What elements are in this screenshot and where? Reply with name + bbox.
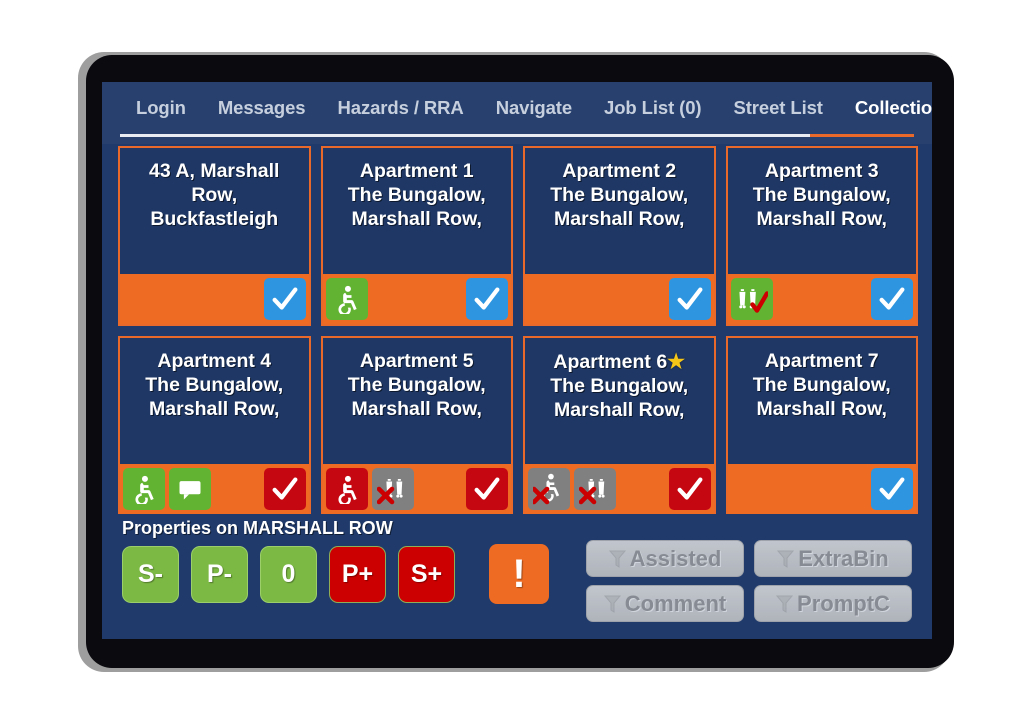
collection-check-icon[interactable] bbox=[668, 468, 711, 510]
collection-check-icon[interactable] bbox=[263, 468, 306, 510]
app-screen: Login Messages Hazards / RRA Navigate Job Li… bbox=[102, 82, 932, 639]
property-card[interactable]: 43 A, Marshall Row, Buckfastleigh bbox=[118, 146, 311, 326]
property-card-grid: 43 A, Marshall Row, Buckfastleigh Apartme… bbox=[118, 146, 918, 516]
funnel-icon bbox=[603, 595, 621, 613]
property-card-footer bbox=[727, 274, 916, 324]
no-extra-bin-icon[interactable] bbox=[574, 468, 616, 510]
nav-tab-list: Login Messages Hazards / RRA Navigate Job Li… bbox=[102, 82, 932, 134]
filter-button-label: Comment bbox=[624, 590, 727, 616]
property-card[interactable]: Apartment 5 The Bungalow, Marshall Row, bbox=[320, 336, 513, 516]
filter-button-label: Assisted bbox=[629, 545, 722, 571]
property-address-line: Apartment 6 bbox=[553, 351, 668, 373]
adjust-button-Pplus[interactable]: P+ bbox=[329, 545, 386, 603]
filter-button-grid: Assisted ExtraBin Comment PromptC bbox=[586, 540, 912, 622]
property-address: Apartment 1 The Bungalow, Marshall Row, bbox=[347, 160, 486, 230]
adjust-button-Pminus[interactable]: P- bbox=[191, 545, 248, 603]
nav-tab-street-list[interactable]: Street List bbox=[718, 97, 839, 119]
property-card[interactable]: Apartment 2 The Bungalow, Marshall Row, bbox=[523, 146, 716, 326]
count-adjust-button-row: S- P- 0 P+ S+! bbox=[122, 544, 549, 604]
property-card[interactable]: Apartment 4 The Bungalow, Marshall Row, bbox=[118, 336, 311, 516]
filter-button-extrabin[interactable]: ExtraBin bbox=[754, 540, 912, 577]
property-address: Apartment 4 The Bungalow, Marshall Row, bbox=[145, 350, 284, 420]
property-card[interactable]: Apartment 3 The Bungalow, Marshall Row, bbox=[725, 146, 918, 326]
collection-check-icon[interactable] bbox=[466, 468, 508, 510]
filter-button-label: PromptC bbox=[797, 590, 890, 616]
nav-underline bbox=[120, 134, 914, 137]
adjust-button-Sminus[interactable]: S- bbox=[122, 545, 179, 603]
top-navigation-bar: Login Messages Hazards / RRA Navigate Job Li… bbox=[102, 82, 932, 144]
filter-button-promptc[interactable]: PromptC bbox=[754, 585, 912, 622]
property-card[interactable]: Apartment 7 The Bungalow, Marshall Row, bbox=[725, 336, 918, 516]
nav-active-underline bbox=[810, 134, 914, 137]
extra-bin-icon[interactable] bbox=[730, 278, 773, 320]
filter-button-assisted[interactable]: Assisted bbox=[586, 540, 744, 577]
property-card-footer bbox=[120, 464, 309, 514]
property-address: Apartment 2 The Bungalow, Marshall Row, bbox=[550, 160, 689, 230]
funnel-icon bbox=[776, 595, 794, 613]
nav-tab-navigate[interactable]: Navigate bbox=[480, 97, 588, 119]
funnel-icon bbox=[777, 550, 795, 568]
bottom-toolbar: Properties on MARSHALL ROW S- P- 0 P+ S+! As… bbox=[102, 514, 932, 639]
wheelchair-icon[interactable] bbox=[325, 468, 368, 510]
nav-tab-hazards-rra[interactable]: Hazards / RRA bbox=[322, 97, 480, 119]
nav-tab-messages[interactable]: Messages bbox=[202, 97, 322, 119]
nav-tab-collections[interactable]: Collections bbox=[839, 97, 932, 119]
comment-icon[interactable] bbox=[169, 468, 211, 510]
collection-check-icon[interactable] bbox=[466, 278, 508, 320]
collection-check-icon[interactable] bbox=[263, 278, 306, 320]
nav-tab-job-list-0[interactable]: Job List (0) bbox=[588, 97, 717, 119]
property-card[interactable]: Apartment 6★ The Bungalow, Marshall Row, bbox=[523, 336, 716, 516]
property-address: Apartment 7 The Bungalow, Marshall Row, bbox=[752, 350, 891, 420]
alert-exclamation-button[interactable]: ! bbox=[489, 544, 549, 604]
collection-check-icon[interactable] bbox=[871, 468, 913, 510]
property-card-footer bbox=[525, 464, 714, 514]
property-card-footer bbox=[525, 274, 714, 324]
adjust-button-Splus[interactable]: S+ bbox=[398, 545, 455, 603]
no-wheelchair-icon[interactable] bbox=[528, 468, 570, 510]
property-card-footer bbox=[322, 464, 511, 514]
properties-on-street-label: Properties on MARSHALL ROW bbox=[122, 518, 393, 538]
wheelchair-icon[interactable] bbox=[123, 468, 165, 510]
no-extra-bin-icon[interactable] bbox=[371, 468, 414, 510]
property-card-footer bbox=[727, 464, 916, 514]
property-address: Apartment 3 The Bungalow, Marshall Row, bbox=[752, 160, 891, 230]
funnel-icon bbox=[608, 550, 626, 568]
collection-check-icon[interactable] bbox=[668, 278, 711, 320]
filter-button-comment[interactable]: Comment bbox=[586, 585, 744, 622]
wheelchair-icon[interactable] bbox=[325, 278, 368, 320]
property-address-rest: The Bungalow, Marshall Row, bbox=[550, 374, 689, 421]
star-icon: ★ bbox=[667, 351, 686, 373]
filter-button-label: ExtraBin bbox=[798, 545, 889, 571]
property-address: Apartment 6★ The Bungalow, Marshall Row, bbox=[525, 338, 714, 464]
property-card[interactable]: Apartment 1 The Bungalow, Marshall Row, bbox=[320, 146, 513, 326]
collection-check-icon[interactable] bbox=[871, 278, 913, 320]
property-address: 43 A, Marshall Row, Buckfastleigh bbox=[149, 160, 280, 230]
property-card-footer bbox=[120, 274, 309, 324]
adjust-button-0[interactable]: 0 bbox=[260, 545, 317, 603]
property-card-footer bbox=[322, 274, 511, 324]
nav-tab-login[interactable]: Login bbox=[120, 97, 202, 119]
property-address: Apartment 5 The Bungalow, Marshall Row, bbox=[347, 350, 486, 420]
